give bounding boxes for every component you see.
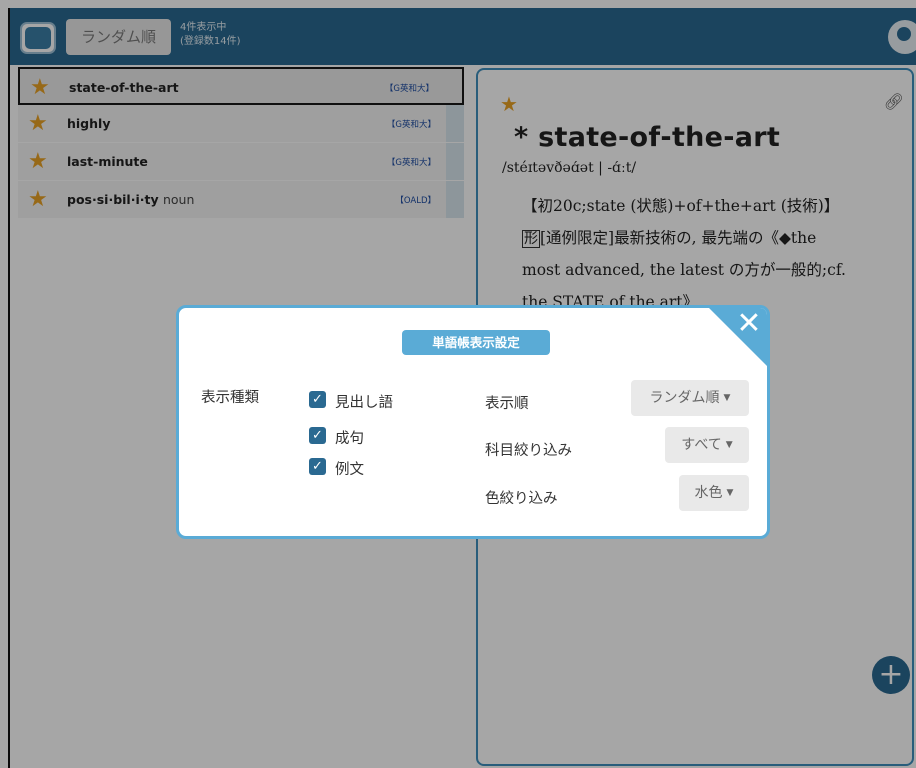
chevron-down-icon: ▼: [723, 393, 731, 403]
subject-filter-select[interactable]: すべて ▼: [665, 427, 749, 463]
checkbox-checked-icon[interactable]: ✓: [309, 427, 326, 444]
checkbox-label: 例文: [335, 462, 364, 478]
display-order-label: 表示順: [485, 396, 529, 412]
dialog-title: 単語帳表示設定: [402, 330, 550, 355]
select-value: ランダム順: [649, 390, 720, 406]
checkbox-checked-icon[interactable]: ✓: [309, 458, 326, 475]
subject-filter-label: 科目絞り込み: [485, 443, 572, 459]
chevron-down-icon: ▼: [725, 440, 733, 450]
checkbox-label: 見出し語: [335, 395, 393, 411]
chevron-down-icon: ▼: [726, 488, 734, 498]
color-filter-label: 色絞り込み: [485, 491, 558, 507]
select-value: 水色: [694, 485, 723, 501]
select-value: すべて: [681, 437, 722, 453]
display-type-label: 表示種類: [201, 390, 259, 406]
checkbox-label: 成句: [335, 431, 364, 447]
display-order-select[interactable]: ランダム順 ▼: [631, 380, 749, 416]
checkbox-checked-icon[interactable]: ✓: [309, 391, 326, 408]
color-filter-select[interactable]: 水色 ▼: [679, 475, 749, 511]
settings-dialog: 単語帳表示設定 ✕ 表示種類 ✓ 見出し語 ✓ 成句 ✓ 例文 表示順 ランダム…: [176, 305, 770, 539]
close-icon[interactable]: ✕: [735, 309, 763, 339]
